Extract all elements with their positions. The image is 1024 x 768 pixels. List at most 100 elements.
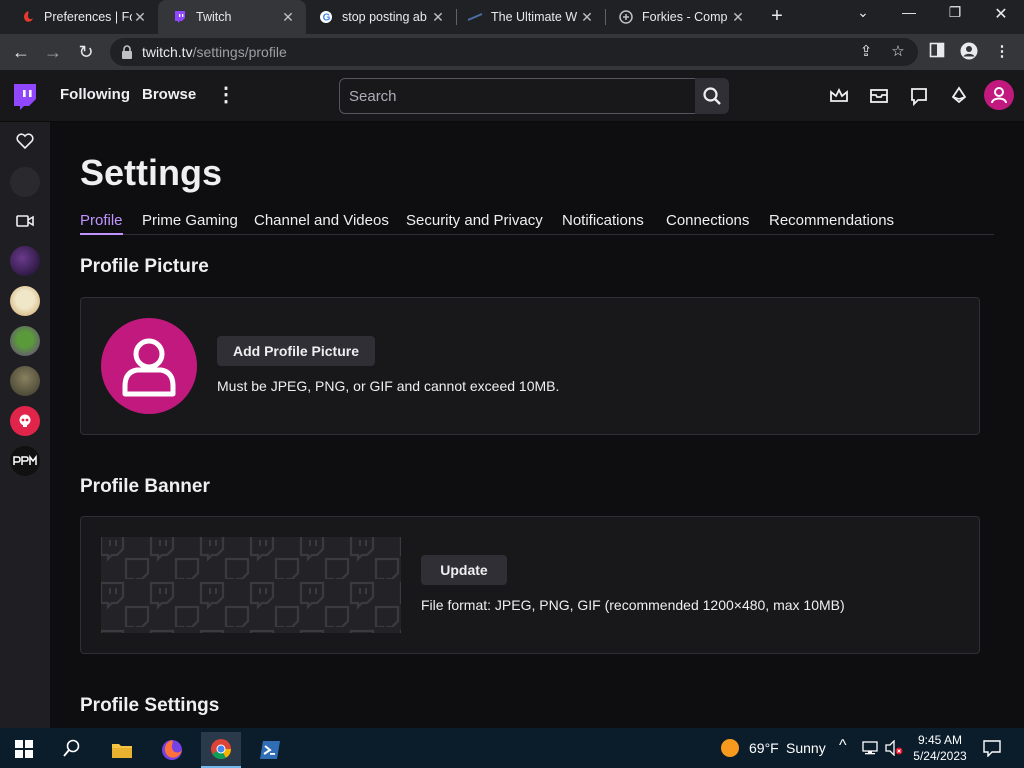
windows-start-icon[interactable] — [15, 740, 33, 758]
more-options-icon[interactable]: ⋮ — [216, 84, 236, 106]
heart-icon[interactable] — [16, 133, 34, 149]
twitch-top-nav: Following Browse ⋮ — [0, 70, 1024, 122]
channel-avatar[interactable] — [10, 326, 40, 356]
powershell-app[interactable] — [250, 732, 290, 768]
clock-time: 9:45 AM — [917, 733, 963, 747]
whispers-icon[interactable] — [908, 85, 930, 107]
channel-avatar[interactable] — [10, 246, 40, 276]
weather-temp[interactable]: 69°F — [749, 740, 779, 756]
browser-tab-google[interactable]: G stop posting ab ✕ — [306, 0, 456, 34]
svg-text:G: G — [323, 13, 331, 24]
tab-recommendations[interactable]: Recommendations — [769, 212, 894, 235]
channel-avatar[interactable] — [10, 366, 40, 396]
twitch-logo-icon[interactable] — [12, 83, 38, 111]
profile-picture-card: Add Profile Picture Must be JPEG, PNG, o… — [80, 297, 980, 435]
tab-profile[interactable]: Profile — [80, 212, 123, 235]
google-favicon-icon: G — [318, 9, 334, 25]
browser-tab-twitch[interactable]: Twitch ✕ — [158, 0, 306, 34]
address-bar[interactable]: twitch.tv/settings/profile ⇪ ☆ — [110, 38, 918, 66]
profile-settings-heading: Profile Settings — [80, 695, 220, 716]
reload-icon[interactable]: ↻ — [75, 41, 97, 63]
system-clock[interactable]: 9:45 AM 5/24/2023 — [908, 732, 972, 764]
user-avatar[interactable] — [984, 80, 1014, 110]
tab-security-and-privacy[interactable]: Security and Privacy — [406, 212, 543, 235]
channel-avatar[interactable] — [10, 286, 40, 316]
search-icon — [703, 87, 721, 105]
user-silhouette-icon — [122, 338, 176, 397]
firefox-app[interactable] — [152, 732, 192, 768]
twitch-glitch-pattern-icon — [101, 537, 401, 633]
channel-avatar[interactable] — [10, 406, 40, 436]
browser-tab-ultimate[interactable]: The Ultimate W ✕ — [457, 0, 605, 34]
tab-connections[interactable]: Connections — [666, 212, 749, 235]
folder-icon — [112, 744, 132, 758]
network-icon[interactable] — [862, 741, 880, 755]
close-tab-icon[interactable]: ✕ — [730, 9, 746, 26]
banner-preview — [101, 537, 401, 633]
twitch-favicon-icon — [172, 9, 188, 25]
volume-muted-icon[interactable] — [884, 740, 904, 756]
channel-avatar[interactable] — [10, 167, 40, 197]
channel-logo-icon — [13, 455, 37, 465]
close-tab-icon[interactable]: ✕ — [579, 9, 595, 26]
search-input[interactable] — [340, 79, 695, 113]
tray-overflow-icon[interactable]: ^ — [839, 737, 847, 755]
search-button[interactable] — [695, 78, 729, 114]
chrome-app[interactable] — [201, 732, 241, 768]
weather-condition[interactable]: Sunny — [786, 740, 826, 756]
profile-banner-card: Update File format: JPEG, PNG, GIF (reco… — [80, 516, 980, 654]
update-banner-button[interactable]: Update — [421, 555, 507, 585]
firefox-favicon-icon — [20, 9, 36, 25]
browser-menu-icon[interactable]: ⋮ — [992, 42, 1012, 62]
browser-tab-preferences[interactable]: Preferences | Fo ✕ — [0, 0, 158, 34]
crown-icon[interactable] — [828, 85, 850, 107]
forward-icon[interactable]: → — [42, 41, 64, 63]
tab-search-icon[interactable]: ⌄ — [851, 4, 875, 21]
file-explorer-app[interactable] — [102, 732, 142, 768]
settings-tabs: Profile Prime Gaming Channel and Videos … — [80, 212, 994, 235]
notification-center-icon[interactable] — [983, 740, 1001, 757]
powershell-icon — [260, 741, 280, 759]
chrome-icon — [211, 739, 232, 760]
profile-picture-hint: Must be JPEG, PNG, or GIF and cannot exc… — [217, 378, 560, 394]
firefox-icon — [162, 740, 182, 760]
back-icon[interactable]: ← — [10, 41, 32, 63]
site-favicon-icon — [467, 9, 483, 25]
browser-tab-forkies[interactable]: Forkies - Comp ✕ — [606, 0, 756, 34]
weather-sun-icon[interactable] — [720, 738, 740, 758]
inbox-icon[interactable] — [868, 85, 890, 107]
profile-banner-heading: Profile Banner — [80, 476, 210, 497]
browse-link[interactable]: Browse — [142, 86, 196, 103]
url-path: /settings/profile — [192, 44, 287, 60]
following-link[interactable]: Following — [60, 86, 130, 103]
close-tab-icon[interactable]: ✕ — [280, 9, 296, 26]
followed-channels-sidebar — [0, 122, 50, 728]
close-tab-icon[interactable]: ✕ — [430, 9, 446, 26]
channel-avatar[interactable] — [10, 446, 40, 476]
video-camera-icon[interactable] — [16, 214, 34, 228]
taskbar-search-icon[interactable] — [63, 739, 81, 757]
new-tab-button[interactable]: + — [766, 5, 788, 27]
tab-channel-and-videos[interactable]: Channel and Videos — [254, 212, 389, 235]
browser-tab-strip: Preferences | Fo ✕ Twitch ✕ G stop posti… — [0, 0, 1024, 34]
close-tab-icon[interactable]: ✕ — [132, 9, 148, 26]
close-window-icon[interactable]: ✕ — [989, 4, 1013, 24]
restore-icon[interactable]: ❐ — [943, 4, 967, 21]
minimize-icon[interactable]: — — [897, 4, 921, 20]
tab-prime-gaming[interactable]: Prime Gaming — [142, 212, 238, 235]
profile-icon[interactable] — [959, 42, 979, 62]
profile-picture — [101, 318, 197, 414]
search-box — [339, 78, 696, 114]
side-panel-icon[interactable] — [927, 42, 947, 62]
lock-icon — [122, 45, 132, 59]
tab-notifications[interactable]: Notifications — [562, 212, 644, 235]
bits-icon[interactable] — [948, 85, 970, 107]
add-profile-picture-button[interactable]: Add Profile Picture — [217, 336, 375, 366]
settings-main: Settings Profile Prime Gaming Channel an… — [50, 122, 1024, 728]
page-title: Settings — [80, 152, 223, 193]
url-host: twitch.tv — [142, 44, 193, 60]
user-avatar-icon — [991, 87, 1007, 104]
url-text: twitch.tv/settings/profile — [142, 44, 287, 60]
share-icon[interactable]: ⇪ — [856, 42, 876, 62]
bookmark-star-icon[interactable]: ☆ — [888, 42, 908, 62]
